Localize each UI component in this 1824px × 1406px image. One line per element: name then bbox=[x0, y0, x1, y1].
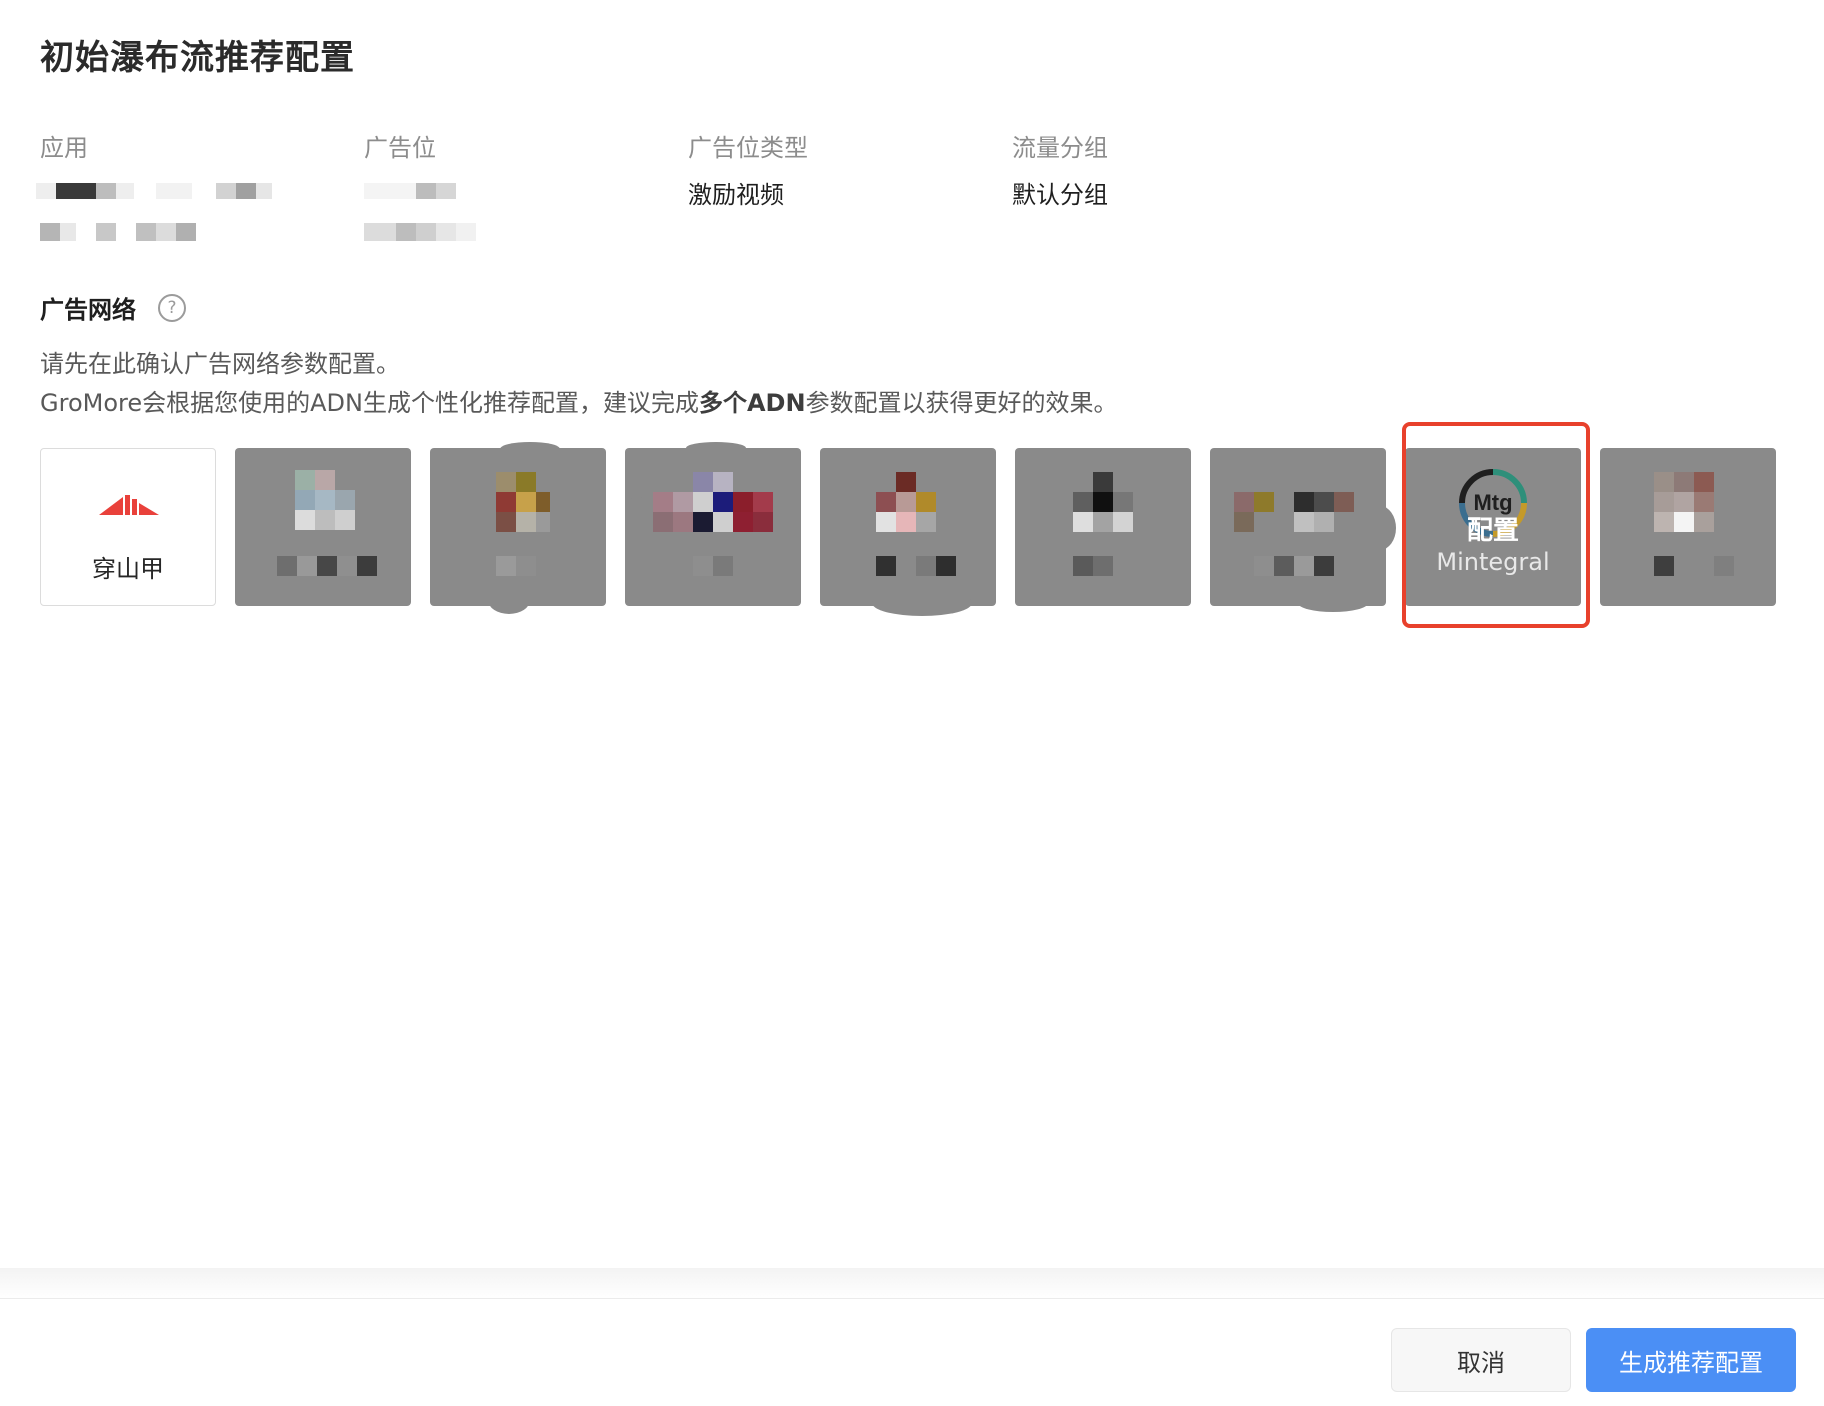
redaction-edge bbox=[872, 590, 972, 616]
highlight-box bbox=[1402, 422, 1590, 628]
info-adslot-type-value: 激励视频 bbox=[688, 181, 784, 209]
info-traffic-group: 流量分组 默认分组 bbox=[1012, 128, 1312, 210]
info-adslot: 广告位 bbox=[364, 128, 664, 249]
desc-line2-part3: 参数配置以获得更好的效果。 bbox=[805, 389, 1118, 417]
info-app-label: 应用 bbox=[40, 134, 88, 162]
footer-shadow bbox=[0, 1268, 1824, 1300]
desc-line2-part1: GroMore会根据您使用的ADN生成个性化推荐配置，建议完成 bbox=[40, 389, 699, 417]
app-value-redacted bbox=[36, 163, 340, 249]
adslot-value-redacted bbox=[364, 163, 664, 249]
desc-line2-emphasis: 多个ADN bbox=[698, 389, 806, 417]
info-adslot-label: 广告位 bbox=[364, 134, 436, 162]
adn-card-4[interactable] bbox=[625, 448, 801, 606]
ad-network-title: 广告网络 bbox=[40, 296, 136, 324]
adn-card-3[interactable] bbox=[430, 448, 606, 606]
info-adslot-type-label: 广告位类型 bbox=[688, 134, 808, 162]
help-icon[interactable]: ? bbox=[158, 293, 186, 322]
redaction-edge bbox=[488, 586, 530, 614]
ad-network-desc-line2: GroMore会根据您使用的ADN生成个性化推荐配置，建议完成多个ADN参数配置… bbox=[40, 383, 1118, 418]
redaction-edge bbox=[626, 496, 648, 536]
pangle-logo-icon bbox=[99, 495, 159, 515]
footer-divider bbox=[0, 1298, 1824, 1299]
redaction-edge bbox=[500, 442, 560, 456]
cancel-button[interactable]: 取消 bbox=[1391, 1328, 1571, 1392]
info-traffic-group-label: 流量分组 bbox=[1012, 134, 1108, 162]
adn-card-7[interactable] bbox=[1210, 448, 1386, 606]
generate-config-button[interactable]: 生成推荐配置 bbox=[1586, 1328, 1796, 1392]
adn-card-pangle[interactable]: 穿山甲 bbox=[40, 448, 216, 606]
page-title: 初始瀑布流推荐配置 bbox=[40, 38, 355, 78]
redaction-edge bbox=[1364, 506, 1396, 550]
redaction-edge bbox=[686, 442, 746, 454]
adn-card-6[interactable] bbox=[1015, 448, 1191, 606]
info-app: 应用 bbox=[36, 128, 340, 249]
redaction-edge bbox=[1298, 594, 1368, 612]
adn-card-5[interactable] bbox=[820, 448, 996, 606]
ad-network-desc-line1: 请先在此确认广告网络参数配置。 bbox=[40, 350, 400, 378]
info-adslot-type: 广告位类型 激励视频 bbox=[688, 128, 988, 210]
adn-card-2[interactable] bbox=[235, 448, 411, 606]
adn-card-name: 穿山甲 bbox=[92, 555, 164, 583]
adn-card-9[interactable] bbox=[1600, 448, 1776, 606]
ad-network-section-title: 广告网络 ? bbox=[40, 290, 186, 325]
info-traffic-group-value: 默认分组 bbox=[1012, 181, 1108, 209]
